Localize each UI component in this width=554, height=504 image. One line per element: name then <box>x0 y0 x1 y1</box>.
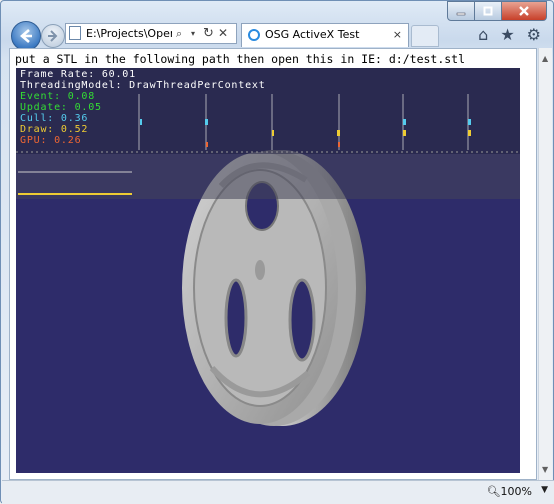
scroll-up-icon[interactable]: ▲ <box>542 54 548 63</box>
minimize-button[interactable] <box>447 1 475 21</box>
stats-gpu: GPU: 0.26 <box>20 135 82 146</box>
tab-close-button[interactable]: × <box>393 24 402 46</box>
minimize-icon <box>456 12 466 16</box>
close-icon <box>519 6 529 16</box>
window-controls <box>447 1 547 21</box>
browser-window: E:\Projects\OpenScene ⌕ ▾ ↻ ✕ OSG Active… <box>0 0 554 504</box>
favorites-star-icon[interactable]: ★ <box>500 25 514 44</box>
zoom-dropdown-icon[interactable]: ▼ <box>541 485 548 495</box>
scroll-down-icon[interactable]: ▼ <box>542 465 548 474</box>
page-content: put a STL in the following path then ope… <box>9 48 537 480</box>
ie-logo-icon <box>248 29 260 41</box>
address-text: E:\Projects\OpenScene <box>86 27 172 40</box>
page-icon <box>69 26 81 40</box>
maximize-icon <box>483 6 493 16</box>
stats-draw: Draw: 0.52 <box>20 124 89 135</box>
maximize-button[interactable] <box>475 1 502 21</box>
back-arrow-icon <box>20 29 32 43</box>
home-icon[interactable]: ⌂ <box>478 25 488 44</box>
zoom-level[interactable]: 🔍︎100% <box>487 485 532 498</box>
search-icon[interactable]: ⌕ <box>176 24 182 43</box>
status-bar: 🔍︎100% ▼ <box>2 480 554 504</box>
osg-viewer[interactable]: Frame Rate: 60.01 ThreadingModel: DrawTh… <box>16 68 520 473</box>
stats-overlay: Frame Rate: 60.01 ThreadingModel: DrawTh… <box>16 68 520 199</box>
toolbar-icons: ⌂ ★ ⚙ <box>478 25 541 44</box>
stats-frame-rate: Frame Rate: 60.01 <box>20 69 136 80</box>
settings-gear-icon[interactable]: ⚙ <box>527 25 541 44</box>
vertical-scrollbar[interactable]: ▲ ▼ <box>538 48 552 480</box>
stats-threading-model: ThreadingModel: DrawThreadPerContext <box>20 80 266 91</box>
stats-cull: Cull: 0.36 <box>20 113 89 124</box>
back-button[interactable] <box>11 21 41 51</box>
zoom-value: 100% <box>500 485 532 498</box>
refresh-icon[interactable]: ↻ <box>203 24 214 43</box>
stats-update: Update: 0.05 <box>20 102 102 113</box>
new-tab-button[interactable] <box>411 25 439 47</box>
tab-title: OSG ActiveX Test <box>265 28 360 41</box>
close-window-button[interactable] <box>502 1 547 21</box>
address-bar[interactable]: E:\Projects\OpenScene ⌕ ▾ ↻ ✕ <box>65 23 237 44</box>
tab-osg-activex-test[interactable]: OSG ActiveX Test × <box>241 23 409 47</box>
page-instruction-text: put a STL in the following path then ope… <box>15 52 466 66</box>
dropdown-icon[interactable]: ▾ <box>191 24 195 43</box>
forward-arrow-icon <box>48 30 58 42</box>
stats-event: Event: 0.08 <box>20 91 96 102</box>
stop-icon[interactable]: ✕ <box>218 24 228 43</box>
forward-button[interactable] <box>41 24 65 48</box>
